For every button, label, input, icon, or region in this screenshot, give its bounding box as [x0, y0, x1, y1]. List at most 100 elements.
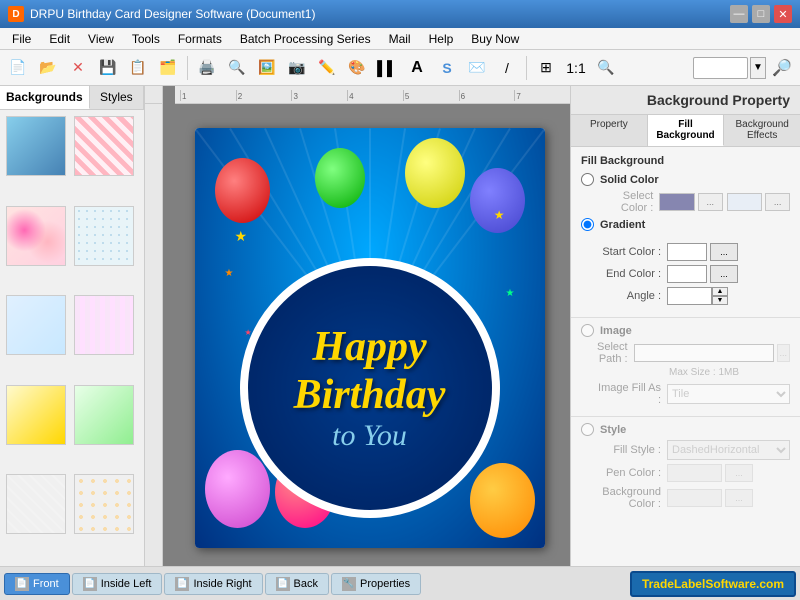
- star-4: ★: [506, 288, 515, 299]
- tab-styles[interactable]: Styles: [90, 86, 144, 109]
- tab-properties[interactable]: 🔧 Properties: [331, 573, 421, 595]
- card-background: ★ ★ ★ ★ ★ ★ Happy Birthday to You: [195, 128, 545, 548]
- tab-back[interactable]: 📄 Back: [265, 573, 329, 595]
- menu-file[interactable]: File: [4, 30, 39, 48]
- menu-formats[interactable]: Formats: [170, 30, 230, 48]
- tab-background-effects[interactable]: Background Effects: [724, 115, 800, 146]
- save-button[interactable]: 💾: [94, 54, 122, 82]
- panel-tabs: Backgrounds Styles: [0, 86, 144, 110]
- text-button[interactable]: A: [403, 54, 431, 82]
- start-color-browse[interactable]: ...: [710, 243, 738, 261]
- menu-view[interactable]: View: [80, 30, 122, 48]
- bg-thumb-5[interactable]: [6, 295, 66, 355]
- tab-backgrounds[interactable]: Backgrounds: [0, 86, 90, 109]
- ruler-left: [145, 104, 163, 566]
- solid-color-swatch[interactable]: [659, 193, 694, 211]
- solid-color-browse[interactable]: ...: [698, 193, 723, 211]
- start-color-swatch[interactable]: [667, 243, 707, 261]
- tab-inside-left[interactable]: 📄 Inside Left: [72, 573, 163, 595]
- pen-color-swatch: [667, 464, 722, 482]
- fill-bg-title: Fill Background: [581, 155, 790, 167]
- zoom-dropdown[interactable]: ▼: [750, 57, 766, 79]
- image-button[interactable]: 📷: [283, 54, 311, 82]
- menu-batch[interactable]: Batch Processing Series: [232, 30, 379, 48]
- tab-fill-background[interactable]: Fill Background: [648, 115, 725, 146]
- table-button[interactable]: ⊞: [532, 54, 560, 82]
- barcode-button[interactable]: ▌▌: [373, 54, 401, 82]
- menu-help[interactable]: Help: [421, 30, 462, 48]
- save-all-button[interactable]: 🗂️: [154, 54, 182, 82]
- titlebar-controls[interactable]: — □ ✕: [730, 5, 792, 23]
- card-text-to-you: to You: [332, 419, 407, 453]
- menu-buynow[interactable]: Buy Now: [463, 30, 527, 48]
- ruler-corner: [145, 86, 163, 104]
- zoom-in-button[interactable]: 🔍: [592, 54, 620, 82]
- maxsize-row: Max Size : 1MB: [581, 367, 790, 378]
- fill-style-select: DashedHorizontal: [667, 440, 790, 460]
- end-color-row: End Color : ...: [581, 265, 790, 283]
- open-button[interactable]: 📂: [34, 54, 62, 82]
- draw-button[interactable]: ✏️: [313, 54, 341, 82]
- path-row: Select Path : ...: [581, 341, 790, 365]
- card-circle: Happy Birthday to You: [240, 258, 500, 518]
- card-text-birthday: Birthday: [294, 371, 446, 419]
- menubar: File Edit View Tools Formats Batch Proce…: [0, 28, 800, 50]
- balloon-purple: [205, 450, 270, 528]
- shape-button[interactable]: /: [493, 54, 521, 82]
- app-icon: D: [8, 6, 24, 22]
- close-button[interactable]: ✕: [774, 5, 792, 23]
- image-radio[interactable]: [581, 324, 594, 337]
- tab-back-label: Back: [294, 578, 318, 590]
- titlebar-left: D DRPU Birthday Card Designer Software (…: [8, 6, 315, 22]
- bg-thumb-10[interactable]: [74, 474, 134, 534]
- card-canvas: ★ ★ ★ ★ ★ ★ Happy Birthday to You: [195, 128, 545, 548]
- tab-front[interactable]: 📄 Front: [4, 573, 70, 595]
- style-radio[interactable]: [581, 423, 594, 436]
- bg-thumb-3[interactable]: [6, 206, 66, 266]
- print-preview-button[interactable]: 🔍: [223, 54, 251, 82]
- wordart-button[interactable]: S: [433, 54, 461, 82]
- bg-thumb-2[interactable]: [74, 116, 134, 176]
- angle-down[interactable]: ▼: [712, 296, 728, 305]
- path-browse[interactable]: ...: [777, 344, 790, 362]
- end-color-swatch[interactable]: [667, 265, 707, 283]
- print-button[interactable]: 🖨️: [193, 54, 221, 82]
- bg-thumb-4[interactable]: [74, 206, 134, 266]
- tab-inside-left-label: Inside Left: [101, 578, 152, 590]
- toolbar-sep-1: [187, 56, 188, 80]
- gradient-radio[interactable]: [581, 218, 594, 231]
- angle-up[interactable]: ▲: [712, 287, 728, 296]
- menu-edit[interactable]: Edit: [41, 30, 78, 48]
- image-row: Image: [581, 324, 790, 337]
- gradient-label: Gradient: [600, 219, 645, 231]
- fit-button[interactable]: 1:1: [562, 54, 590, 82]
- solid-color-row: Solid Color: [581, 173, 790, 186]
- save-as-button[interactable]: 📋: [124, 54, 152, 82]
- zoom-out-button[interactable]: 🔎: [768, 54, 796, 82]
- email-button[interactable]: ✉️: [463, 54, 491, 82]
- zoom-input[interactable]: 150%: [693, 57, 748, 79]
- photo-button[interactable]: 🖼️: [253, 54, 281, 82]
- menu-mail[interactable]: Mail: [381, 30, 419, 48]
- end-color-browse[interactable]: ...: [710, 265, 738, 283]
- paint-button[interactable]: 🎨: [343, 54, 371, 82]
- fill-as-row: Image Fill As : Tile: [581, 382, 790, 406]
- bg-thumb-7[interactable]: [6, 385, 66, 445]
- solid-color-radio[interactable]: [581, 173, 594, 186]
- close-doc-button[interactable]: ✕: [64, 54, 92, 82]
- menu-tools[interactable]: Tools: [124, 30, 168, 48]
- tab-property[interactable]: Property: [571, 115, 648, 146]
- new-button[interactable]: 📄: [4, 54, 32, 82]
- maximize-button[interactable]: □: [752, 5, 770, 23]
- solid-color-swatch2[interactable]: [727, 193, 762, 211]
- bg-thumb-6[interactable]: [74, 295, 134, 355]
- angle-input[interactable]: 359: [667, 287, 712, 305]
- bg-thumb-1[interactable]: [6, 116, 66, 176]
- bg-thumb-9[interactable]: [6, 474, 66, 534]
- solid-color-browse2[interactable]: ...: [765, 193, 790, 211]
- tab-inside-right[interactable]: 📄 Inside Right: [164, 573, 262, 595]
- minimize-button[interactable]: —: [730, 5, 748, 23]
- bg-color-browse: ...: [725, 489, 753, 507]
- angle-spinner: ▲ ▼: [712, 287, 728, 305]
- bg-thumb-8[interactable]: [74, 385, 134, 445]
